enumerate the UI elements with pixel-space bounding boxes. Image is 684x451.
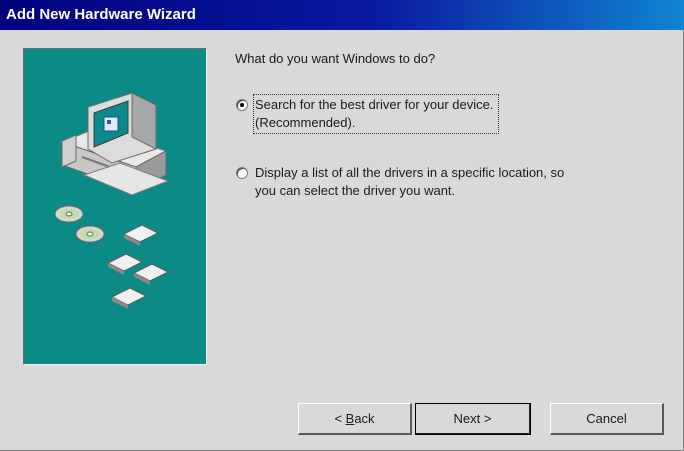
option-search-line1: Search for the best driver for your devi…	[255, 97, 494, 112]
window-title: Add New Hardware Wizard	[6, 6, 196, 23]
hardware-illustration	[54, 92, 170, 309]
wizard-dialog: Add New Hardware Wizard What do you want…	[0, 0, 684, 451]
back-prefix: <	[334, 410, 346, 426]
back-button[interactable]: < Back	[298, 403, 412, 435]
wizard-illustration-panel	[23, 48, 207, 365]
cancel-button[interactable]: Cancel	[550, 403, 664, 435]
radio-selected-dot	[240, 103, 244, 107]
back-rest: ack	[354, 410, 375, 426]
option-display-line1: Display a list of all the drivers in a s…	[255, 165, 565, 180]
option-display-line2: you can select the driver you want.	[255, 183, 456, 198]
floppy-disk-icon	[106, 224, 170, 309]
option-search-label[interactable]: Search for the best driver for your devi…	[252, 94, 500, 134]
next-button[interactable]: Next >	[415, 403, 531, 435]
wizard-question: What do you want Windows to do?	[235, 51, 436, 66]
display-list-radio-button[interactable]	[236, 167, 248, 179]
next-label: Next >	[453, 410, 492, 426]
option-display-label[interactable]: Display a list of all the drivers in a s…	[255, 164, 564, 200]
title-bar[interactable]: Add New Hardware Wizard	[0, 0, 684, 30]
search-radio-button[interactable]	[236, 99, 248, 111]
cancel-label: Cancel	[586, 410, 627, 426]
computer-icon	[60, 92, 170, 196]
cd-icon	[54, 205, 105, 243]
option-search-line2: (Recommended).	[255, 115, 356, 130]
